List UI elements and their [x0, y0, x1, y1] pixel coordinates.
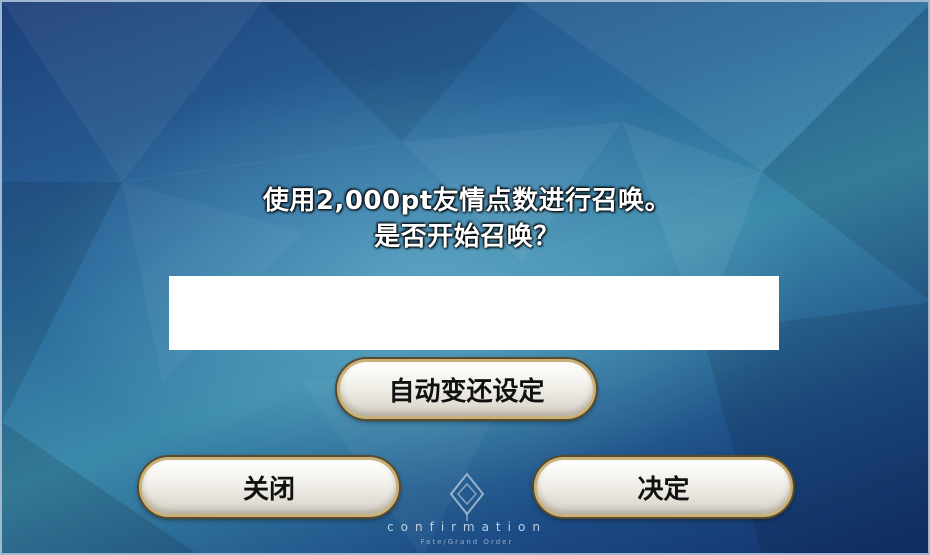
confirm-button[interactable]: 决定 — [534, 457, 793, 517]
dialog-message-line2: 是否开始召唤？ — [374, 222, 560, 252]
auto-convert-settings-button[interactable]: 自动变还设定 — [337, 359, 596, 419]
dialog-message-line1: 使用2,000pt友情点数进行召唤。 — [262, 186, 672, 216]
confirmation-dialog: 使用2,000pt友情点数进行召唤。 是否开始召唤？ 自动变还设定 关闭 决定 … — [0, 0, 930, 555]
fgo-emblem-icon — [449, 472, 485, 521]
close-button[interactable]: 关闭 — [139, 457, 399, 517]
game-subcaption: Fate/Grand Order — [420, 538, 514, 546]
blank-panel — [169, 276, 779, 350]
confirmation-caption: confirmation — [387, 520, 547, 534]
